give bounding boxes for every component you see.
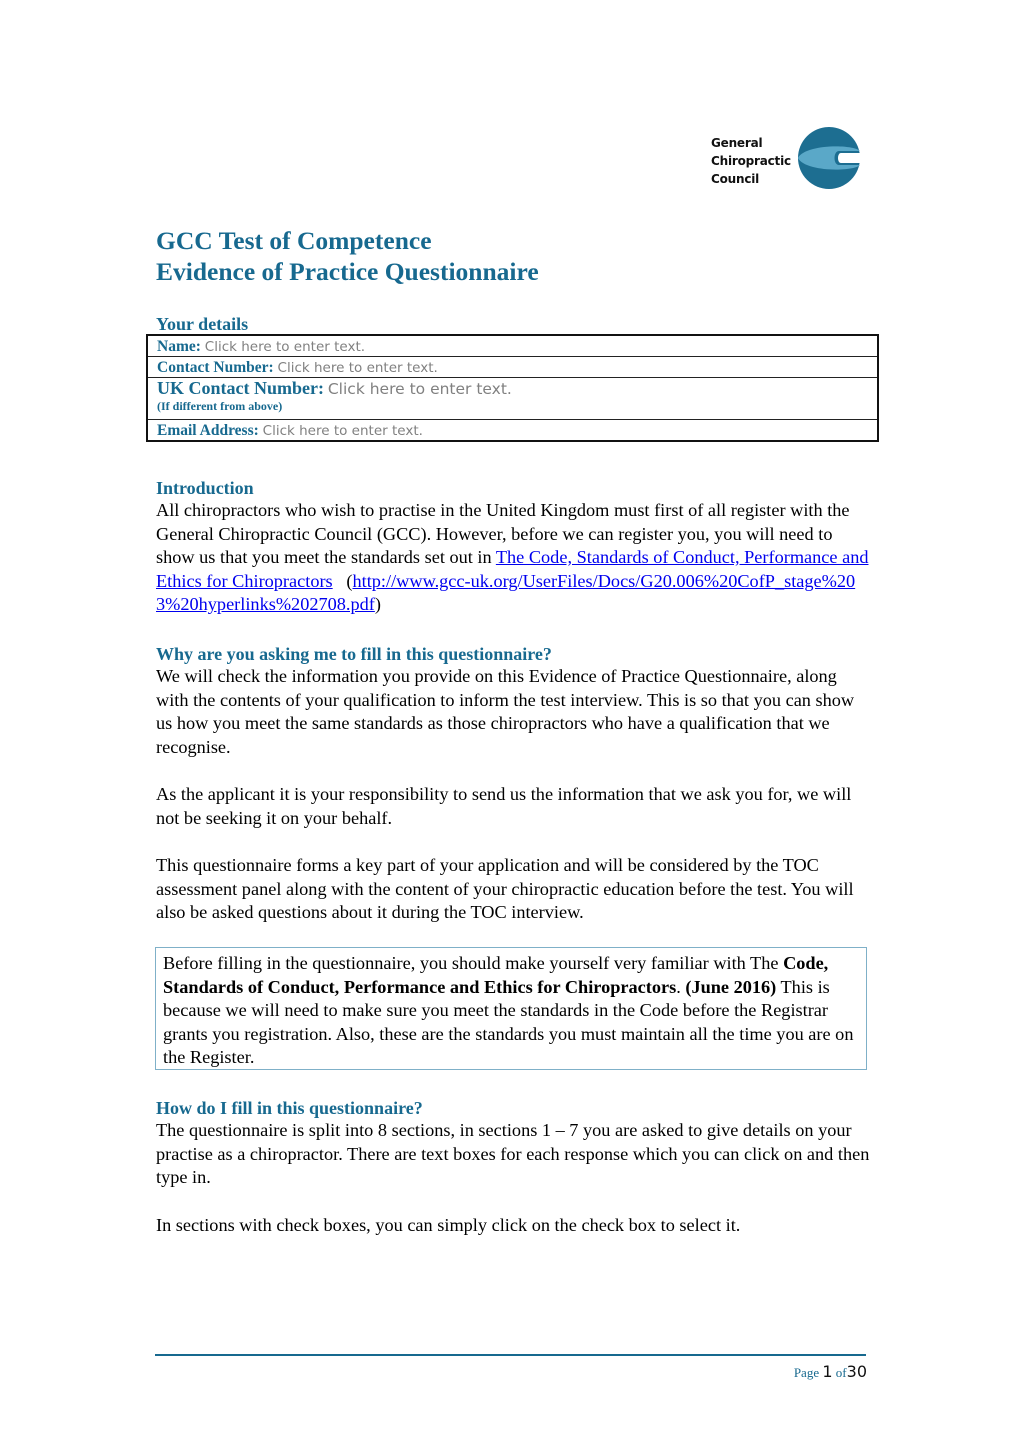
current-page-number: 1: [822, 1362, 833, 1381]
contact-number-field-row: Contact Number: Click here to enter text…: [148, 357, 877, 378]
logo-line-3: Council: [711, 172, 760, 186]
why-paragraph-3: This questionnaire forms a key part of y…: [156, 855, 854, 923]
why-paragraph-1: We will check the information you provid…: [156, 666, 855, 757]
uk-contact-number-note: (If different from above): [157, 399, 283, 413]
how-heading: How do I fill in this questionnaire?: [156, 1098, 423, 1118]
email-input[interactable]: Click here to enter text.: [263, 423, 423, 439]
url-close-paren: ): [374, 594, 381, 615]
your-details-heading: Your details: [156, 314, 249, 334]
logo-line-2: Chiropractic: [711, 154, 791, 168]
name-label: Name:: [157, 338, 201, 355]
logo-line-1: General: [711, 136, 763, 150]
gcc-logo-icon: [798, 127, 860, 189]
footer-divider: [155, 1354, 866, 1356]
uk-contact-number-input[interactable]: Click here to enter text.: [328, 380, 512, 398]
name-input[interactable]: Click here to enter text.: [205, 339, 365, 355]
url-open-paren: (: [332, 570, 353, 591]
title-line-2: Evidence of Practice Questionnaire: [156, 257, 539, 286]
name-field-row: Name: Click here to enter text.: [148, 336, 877, 357]
introduction-heading: Introduction: [156, 478, 254, 498]
uk-contact-number-field-row: UK Contact Number: Click here to enter t…: [148, 378, 877, 420]
uk-contact-number-label: UK Contact Number:: [157, 378, 324, 398]
of-label: of: [835, 1365, 847, 1380]
gcc-logo: General Chiropractic Council: [711, 126, 871, 192]
callout-code-date: (June 2016): [685, 976, 777, 997]
how-paragraph-1: The questionnaire is split into 8 sectio…: [156, 1120, 870, 1188]
your-details-form: Name: Click here to enter text. Contact …: [146, 334, 879, 442]
callout-text-start: Before filling in the questionnaire, you…: [163, 953, 784, 973]
contact-number-input[interactable]: Click here to enter text.: [278, 360, 438, 376]
document-title: GCC Test of Competence Evidence of Pract…: [156, 225, 539, 287]
code-familiarity-callout: Before filling in the questionnaire, you…: [155, 947, 867, 1070]
email-field-row: Email Address: Click here to enter text.: [148, 420, 877, 440]
total-pages-number: 30: [846, 1362, 867, 1381]
title-line-1: GCC Test of Competence: [156, 226, 432, 255]
callout-dot: .: [676, 976, 686, 997]
page-number-indicator: Page 1 of30: [794, 1362, 867, 1381]
page-label: Page: [793, 1365, 820, 1380]
why-paragraph-2: As the applicant it is your responsibili…: [156, 784, 852, 828]
contact-number-label: Contact Number:: [157, 359, 274, 376]
how-paragraph-2: In sections with check boxes, you can si…: [156, 1215, 741, 1235]
logo-wordmark: General Chiropractic Council: [711, 134, 791, 188]
why-heading: Why are you asking me to fill in this qu…: [156, 644, 552, 664]
email-label: Email Address:: [157, 422, 259, 439]
introduction-paragraph: All chiropractors who wish to practise i…: [156, 499, 871, 617]
